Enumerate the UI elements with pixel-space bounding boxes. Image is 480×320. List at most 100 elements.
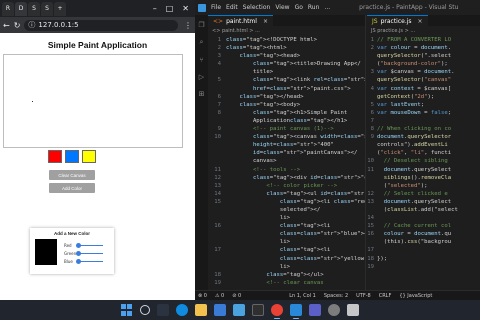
blue-slider[interactable] [76,258,103,264]
clear-canvas-button[interactable]: Clear Canvas [49,170,95,180]
search-icon[interactable]: ⌕ [200,38,204,47]
code-line[interactable]: getContext("2d"); [367,93,480,101]
color-swatch-red[interactable] [48,150,62,163]
code-line[interactable]: 17 [367,246,480,254]
code-line[interactable]: querySelector(".select [367,52,480,60]
menu-file[interactable]: File [211,4,221,11]
encoding[interactable]: UTF-8 [356,293,371,299]
ports-count[interactable]: ⊘ 0 [232,293,241,299]
code-line[interactable]: 1 class="tag"><!DOCTYPE html> [208,36,365,44]
paint-canvas[interactable] [3,54,183,148]
breadcrumb[interactable]: JS practice.js > ... [367,26,480,36]
browser-tab-3[interactable]: S [28,1,40,16]
code-line[interactable]: 6 class="tag"></head> [208,93,365,101]
edge-icon[interactable] [176,304,188,316]
run-debug-icon[interactable]: ▷ [199,73,204,81]
terminal-icon[interactable] [252,304,264,316]
menu-view[interactable]: View [275,4,289,11]
app-icon[interactable] [347,304,359,316]
minimize-icon[interactable]: – [153,4,157,13]
code-line[interactable]: 3 var $canvas = document. [367,68,480,76]
settings-icon[interactable] [328,304,340,316]
code-line[interactable]: siblings().removeCla [367,174,480,182]
green-slider[interactable] [76,250,103,256]
code-line[interactable]: 1// FROM A CONVERTER LO [367,36,480,44]
red-slider[interactable] [76,242,103,248]
search-icon[interactable] [140,305,150,315]
code-line[interactable]: 16 colour = document.qu [367,230,480,238]
blue-slider-thumb[interactable] [76,258,81,264]
code-line[interactable]: 11 document.querySelect [367,166,480,174]
info-icon[interactable]: ⓘ [28,20,35,30]
code-line[interactable]: querySelector("canvas" [367,76,480,84]
tab-paint-html[interactable]: <> paint.html × [208,15,273,26]
menu-go[interactable]: Go [295,4,303,11]
chrome-icon[interactable] [271,304,283,319]
code-editor-js[interactable]: 1// FROM A CONVERTER LO 2 var colour = doc… [367,36,480,271]
code-line[interactable]: 17 class="tag"><li [208,246,365,254]
code-line[interactable]: 8// When clicking on co [367,125,480,133]
close-icon[interactable]: ✕ [182,4,189,13]
code-line[interactable]: title> [208,68,365,76]
address-bar[interactable]: ⓘ 127.0.0.1:5 [24,19,178,31]
code-line[interactable]: 14 [367,214,480,222]
start-button[interactable] [121,304,133,316]
close-tab-icon[interactable]: × [418,18,423,25]
errors-count[interactable]: ⊗ 0 [198,293,207,299]
add-color-button[interactable]: Add Color [49,183,95,193]
code-line[interactable]: id=class="str">"paintCanvas"></ [208,149,365,157]
task-view-icon[interactable] [157,304,169,316]
code-line[interactable]: 5 class="tag"><link rel=class="str">"sty… [208,76,365,84]
photos-icon[interactable] [233,304,245,316]
code-line[interactable]: 9 document.querySelector [367,133,480,141]
code-line[interactable]: 2 class="tag"><html> [208,44,365,52]
code-line[interactable]: 18}); [367,255,480,263]
menu-run[interactable]: Run [308,4,320,11]
code-line[interactable]: 6 var mouseDown = false; [367,109,480,117]
code-line[interactable]: 5 var lastEvent; [367,101,480,109]
refresh-icon[interactable]: ↻ [14,21,21,30]
code-line[interactable]: height=class="str">"400" [208,141,365,149]
code-line[interactable]: 16 class="tag"><li [208,222,365,230]
source-control-icon[interactable]: ⑂ [199,56,203,64]
code-line[interactable]: href=class="str">"paint.css"> [208,85,365,93]
code-line[interactable]: ("background-color"); [367,60,480,68]
code-line[interactable]: (classList.add("select [367,206,480,214]
code-line[interactable]: 3 class="tag"><head> [208,52,365,60]
back-icon[interactable]: ← [3,21,10,30]
menu-edit[interactable]: Edit [226,4,238,11]
code-line[interactable]: class=class="str">"blue"></ [208,230,365,238]
browser-tab-1[interactable]: R [2,1,14,16]
code-line[interactable]: ("selected"); [367,182,480,190]
code-line[interactable]: controls").addEventLi [367,141,480,149]
file-explorer-icon[interactable] [195,304,207,316]
indentation[interactable]: Spaces: 2 [324,293,348,299]
warnings-count[interactable]: ⚠ 0 [215,293,224,299]
code-line[interactable]: li> [208,238,365,246]
code-line[interactable]: 8 class="tag"><h1>Simple Paint [208,109,365,117]
line-endings[interactable]: CRLF [379,293,392,299]
code-line[interactable]: (this).css("backgrou [367,238,480,246]
close-tab-icon[interactable]: × [263,18,268,25]
code-line[interactable]: 12 // Select clicked e [367,190,480,198]
code-editor-html[interactable]: 1 class="tag"><!DOCTYPE html> 2 class="tag"… [208,36,365,287]
code-line[interactable]: 2 var colour = document. [367,44,480,52]
tab-practice-js[interactable]: JS practice.js × [367,15,428,26]
green-slider-thumb[interactable] [76,250,81,256]
code-line[interactable]: 7 [367,117,480,125]
explorer-icon[interactable]: ❐ [198,21,204,29]
code-line[interactable]: 13 document.querySelect [367,198,480,206]
teams-icon[interactable] [309,304,321,316]
code-line[interactable]: 13 <!-- color picker --> [208,182,365,190]
vscode-icon[interactable] [290,304,302,319]
code-line[interactable]: 10 // Deselect sibling [367,157,480,165]
code-line[interactable]: selected"></ [208,206,365,214]
code-line[interactable]: class=class="str">"yellow"></ [208,255,365,263]
color-swatch-blue[interactable] [65,150,79,163]
cursor-position[interactable]: Ln 1, Col 1 [289,293,316,299]
code-line[interactable]: 14 class="tag"><ul id=class="str">"color… [208,190,365,198]
code-line[interactable]: 4 class="tag"><title>Drawing App</ [208,60,365,68]
code-line[interactable]: 19 <!-- clear canvas [208,279,365,287]
code-line[interactable]: 18 class="tag"></ul> [208,271,365,279]
red-slider-thumb[interactable] [76,242,81,248]
